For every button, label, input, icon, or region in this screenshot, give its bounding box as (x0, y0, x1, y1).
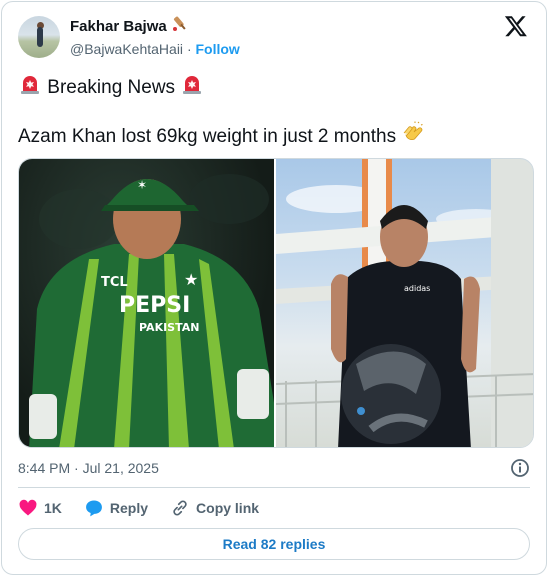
link-icon (173, 500, 187, 516)
siren-icon (180, 72, 204, 104)
handle-separator: · (186, 41, 192, 57)
tweet-body-text: Azam Khan lost 69kg weight in just 2 mon… (18, 126, 397, 147)
jersey-brand-text: TCL (101, 275, 128, 290)
tweet-header: Fakhar Bajwa @BajwaKehtaHaii · Follow (18, 14, 532, 60)
cricket-bat-icon (171, 15, 189, 38)
follow-button[interactable]: Follow (196, 41, 240, 57)
copy-link-label: Copy link (196, 500, 260, 516)
heart-icon (19, 499, 37, 516)
media-photo-before[interactable]: ✶ TCL PEPSI PAKISTAN ★ (19, 159, 274, 447)
copy-link-button[interactable]: Copy link (170, 498, 259, 518)
siren-icon (18, 72, 42, 104)
author-handle-row: @BajwaKehtaHaii · Follow (70, 40, 240, 59)
tweet-media[interactable]: ✶ TCL PEPSI PAKISTAN ★ adidas (18, 158, 534, 448)
divider (18, 487, 530, 488)
tweet-line-1: Breaking News (18, 72, 204, 104)
like-button[interactable]: 1K (18, 498, 62, 518)
tweet-line-2: Azam Khan lost 69kg weight in just 2 mon… (18, 121, 425, 153)
read-replies-button[interactable]: Read 82 replies (18, 528, 530, 560)
photo-before-illustration: ✶ TCL PEPSI PAKISTAN ★ (29, 174, 274, 447)
clapping-hands-icon (401, 121, 425, 153)
cap-star-icon: ✶ (137, 178, 147, 192)
tweet-timestamp[interactable]: 8:44 PM · Jul 21, 2025 (18, 458, 159, 478)
tweet-actions: 1K Reply Copy link (18, 496, 281, 520)
tweet-breaking-text: Breaking News (47, 77, 176, 98)
shirt-brand-text: adidas (404, 284, 430, 293)
tweet-card: Fakhar Bajwa @BajwaKehtaHaii · Follow Br… (1, 1, 547, 575)
jersey-star-icon: ★ (184, 270, 198, 289)
author-name-row: Fakhar Bajwa (70, 15, 240, 38)
author-avatar[interactable] (18, 16, 60, 58)
author-name[interactable]: Fakhar Bajwa (70, 17, 167, 36)
x-logo-icon[interactable] (504, 14, 528, 38)
author-info: Fakhar Bajwa @BajwaKehtaHaii · Follow (70, 15, 240, 59)
jersey-sponsor-text: PEPSI (119, 293, 190, 318)
avatar-figure (37, 27, 43, 47)
reply-label: Reply (109, 500, 149, 516)
reply-icon (85, 500, 102, 517)
photo-after-illustration: adidas (276, 159, 533, 447)
author-handle[interactable]: @BajwaKehtaHaii (70, 41, 183, 57)
info-icon[interactable] (510, 458, 530, 478)
reply-button[interactable]: Reply (84, 498, 148, 518)
jersey-country-text: PAKISTAN (139, 321, 199, 334)
like-count: 1K (44, 500, 62, 516)
media-photo-after[interactable]: adidas (276, 159, 533, 447)
